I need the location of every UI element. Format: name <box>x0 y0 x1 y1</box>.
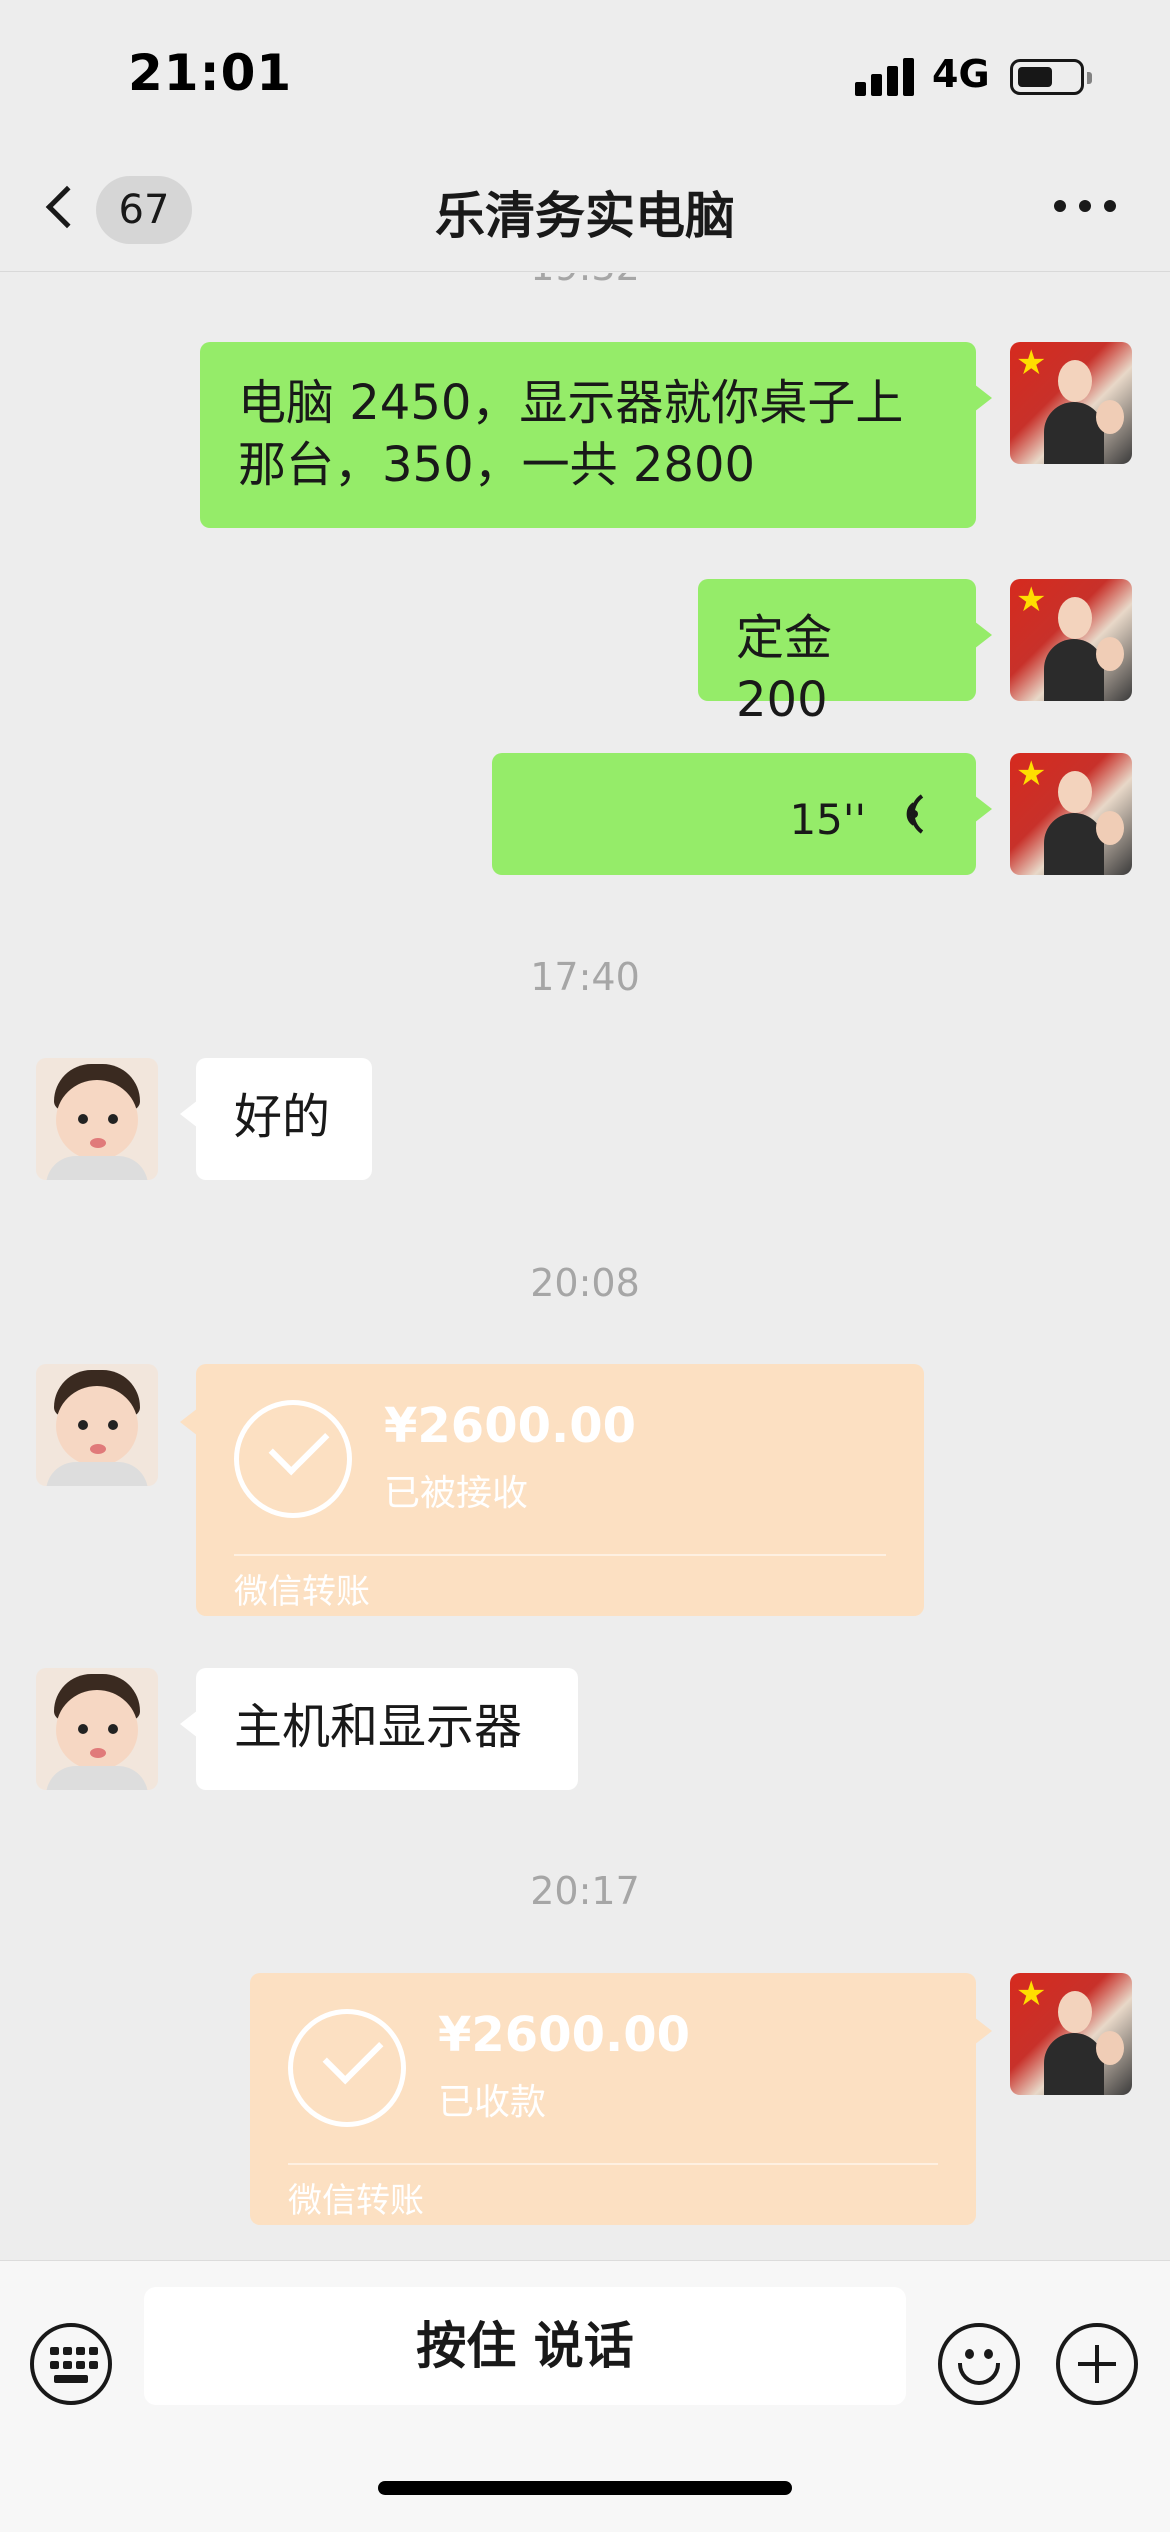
message-bubble[interactable]: 好的 <box>180 1058 372 1180</box>
timestamp: 20:17 <box>530 1869 640 1913</box>
transfer-card[interactable]: ¥2600.00 已收款 微信转账 <box>250 1973 992 2225</box>
avatar-contact[interactable] <box>36 1668 158 1790</box>
avatar-contact[interactable] <box>36 1364 158 1486</box>
back-button[interactable]: 67 <box>40 176 200 248</box>
message-bubble[interactable]: 主机和显示器 <box>180 1668 578 1790</box>
message-bubble[interactable]: 电脑 2450，显示器就你桌子上那台，350，一共 2800 <box>200 342 992 528</box>
hold-to-talk-button[interactable]: 按住 说话 <box>144 2287 906 2405</box>
battery-icon <box>1010 59 1092 95</box>
message-text: 主机和显示器 <box>234 1699 523 1755</box>
signal-icon <box>855 58 915 96</box>
check-circle-icon <box>288 2009 406 2127</box>
chat-messages[interactable]: 19:32 ★ 电脑 2450，显示器就你桌子上那台，350，一共 2800 ★… <box>0 273 1170 2260</box>
transfer-source: 微信转账 <box>288 2181 424 2221</box>
keyboard-icon[interactable] <box>30 2323 112 2405</box>
more-options-icon[interactable] <box>1050 200 1120 220</box>
timestamp-partial: 19:32 <box>0 273 1170 289</box>
avatar-me[interactable]: ★ <box>1010 342 1132 464</box>
message-text: 好的 <box>234 1089 331 1145</box>
transfer-status: 已被接收 <box>384 1473 529 1514</box>
network-type: 4G <box>932 52 990 96</box>
chevron-left-icon <box>45 185 89 229</box>
transfer-status: 已收款 <box>438 2082 547 2123</box>
transfer-card[interactable]: ¥2600.00 已被接收 微信转账 <box>180 1364 924 1616</box>
divider <box>288 2163 938 2165</box>
avatar-contact[interactable] <box>36 1058 158 1180</box>
avatar-me[interactable]: ★ <box>1010 753 1132 875</box>
timestamp: 17:40 <box>530 955 640 999</box>
status-bar: 21:01 4G <box>0 0 1170 140</box>
message-text: 电脑 2450，显示器就你桌子上那台，350，一共 2800 <box>238 375 904 493</box>
transfer-source: 微信转账 <box>234 1572 370 1612</box>
avatar-me[interactable]: ★ <box>1010 579 1132 701</box>
voice-message-bubble[interactable]: 15'' <box>492 753 992 875</box>
unread-count-badge: 67 <box>96 176 192 244</box>
emoji-icon[interactable] <box>938 2323 1020 2405</box>
input-bar: 按住 说话 <box>0 2260 1170 2532</box>
message-text: 定金 200 <box>736 610 833 728</box>
divider <box>234 1554 886 1556</box>
voice-wave-icon <box>906 794 924 834</box>
avatar-me[interactable]: ★ <box>1010 1973 1132 2095</box>
chat-title: 乐清务实电脑 <box>435 187 735 245</box>
transfer-amount: ¥2600.00 <box>438 2007 691 2063</box>
transfer-amount: ¥2600.00 <box>384 1398 637 1454</box>
voice-duration: 15'' <box>789 795 866 844</box>
status-time: 21:01 <box>128 44 293 102</box>
home-indicator <box>378 2481 792 2495</box>
check-circle-icon <box>234 1400 352 1518</box>
message-bubble[interactable]: 定金 200 <box>698 579 992 728</box>
nav-bar: 67 乐清务实电脑 <box>0 140 1170 272</box>
timestamp: 20:08 <box>530 1261 640 1305</box>
plus-icon[interactable] <box>1056 2323 1138 2405</box>
